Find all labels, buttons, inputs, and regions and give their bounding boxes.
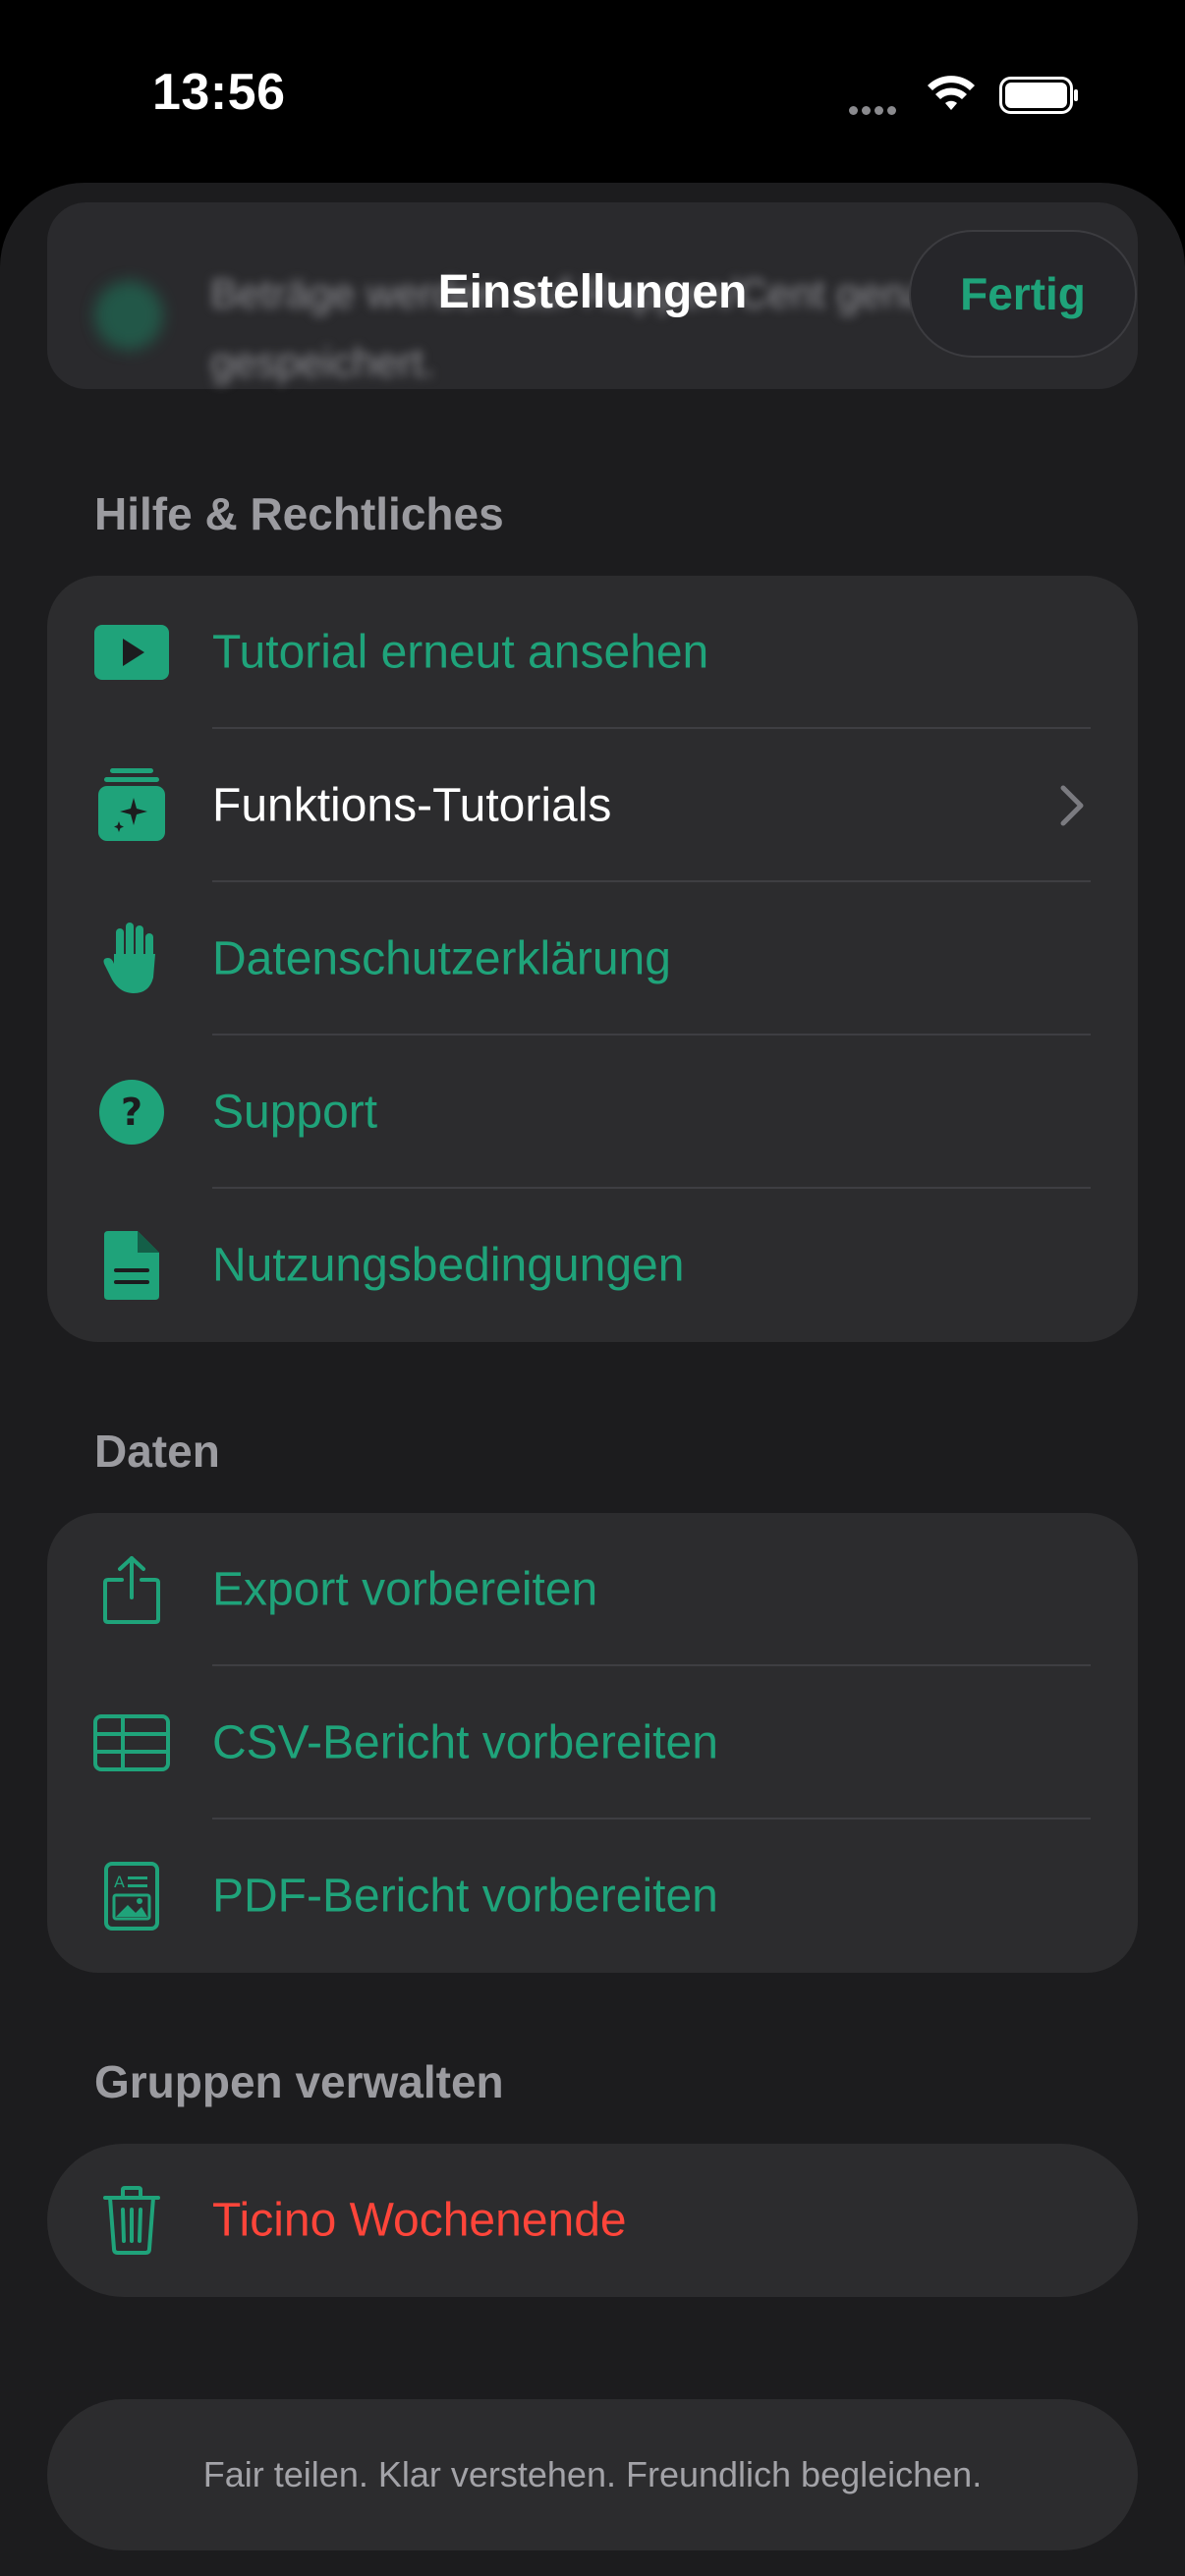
svg-text:A: A (114, 1873, 125, 1891)
row-label: Nutzungsbedingungen (212, 1239, 685, 1292)
row-label: Ticino Wochenende (212, 2194, 627, 2247)
settings-sheet: Beträge werden auf Rappen/Cent genau ges… (0, 183, 1185, 2576)
sparkles-stack-icon (90, 764, 173, 847)
pdf-document-icon: A (90, 1855, 173, 1937)
row-pdf-report[interactable]: A PDF-Bericht vorbereiten (47, 1820, 1138, 1973)
chevron-right-icon (1060, 785, 1084, 826)
data-group: Export vorbereiten CSV-Bericht vorbereit… (47, 1513, 1138, 1973)
trash-icon (90, 2179, 173, 2262)
section-title-data: Daten (94, 1426, 220, 1477)
help-group: Tutorial erneut ansehen Funktions-Tutori… (47, 576, 1138, 1342)
section-title-groups: Gruppen verwalten (94, 2056, 504, 2107)
row-label: PDF-Bericht vorbereiten (212, 1870, 718, 1923)
row-tutorial-again[interactable]: Tutorial erneut ansehen (47, 576, 1138, 729)
row-label: Tutorial erneut ansehen (212, 626, 709, 679)
row-support[interactable]: ? Support (47, 1036, 1138, 1189)
battery-icon (999, 77, 1078, 114)
svg-text:?: ? (121, 1091, 142, 1134)
document-icon (90, 1224, 173, 1307)
row-export[interactable]: Export vorbereiten (47, 1513, 1138, 1666)
row-group-ticino[interactable]: Ticino Wochenende (47, 2144, 1138, 2297)
done-button[interactable]: Fertig (909, 230, 1137, 358)
row-privacy-policy[interactable]: Datenschutzerklärung (47, 882, 1138, 1036)
row-label: Export vorbereiten (212, 1563, 598, 1616)
question-circle-icon: ? (90, 1071, 173, 1153)
play-rectangle-icon (90, 611, 173, 694)
wifi-icon (928, 76, 975, 110)
row-feature-tutorials[interactable]: Funktions-Tutorials (47, 729, 1138, 882)
status-bar: 13:56 (0, 0, 1185, 187)
groups-group: Ticino Wochenende (47, 2144, 1138, 2297)
row-label: CSV-Bericht vorbereiten (212, 1716, 718, 1769)
table-icon (90, 1702, 173, 1784)
row-csv-report[interactable]: CSV-Bericht vorbereiten (47, 1666, 1138, 1820)
section-title-help: Hilfe & Rechtliches (94, 488, 504, 539)
share-icon (90, 1548, 173, 1631)
hand-raised-icon (90, 918, 173, 1000)
cellular-signal-icon (849, 102, 900, 120)
row-label: Datenschutzerklärung (212, 932, 671, 985)
row-label: Support (212, 1086, 378, 1139)
footer-tagline: Fair teilen. Klar verstehen. Freundlich … (47, 2399, 1138, 2550)
row-label: Funktions-Tutorials (212, 779, 612, 832)
status-time: 13:56 (152, 64, 286, 121)
row-terms[interactable]: Nutzungsbedingungen (47, 1189, 1138, 1342)
